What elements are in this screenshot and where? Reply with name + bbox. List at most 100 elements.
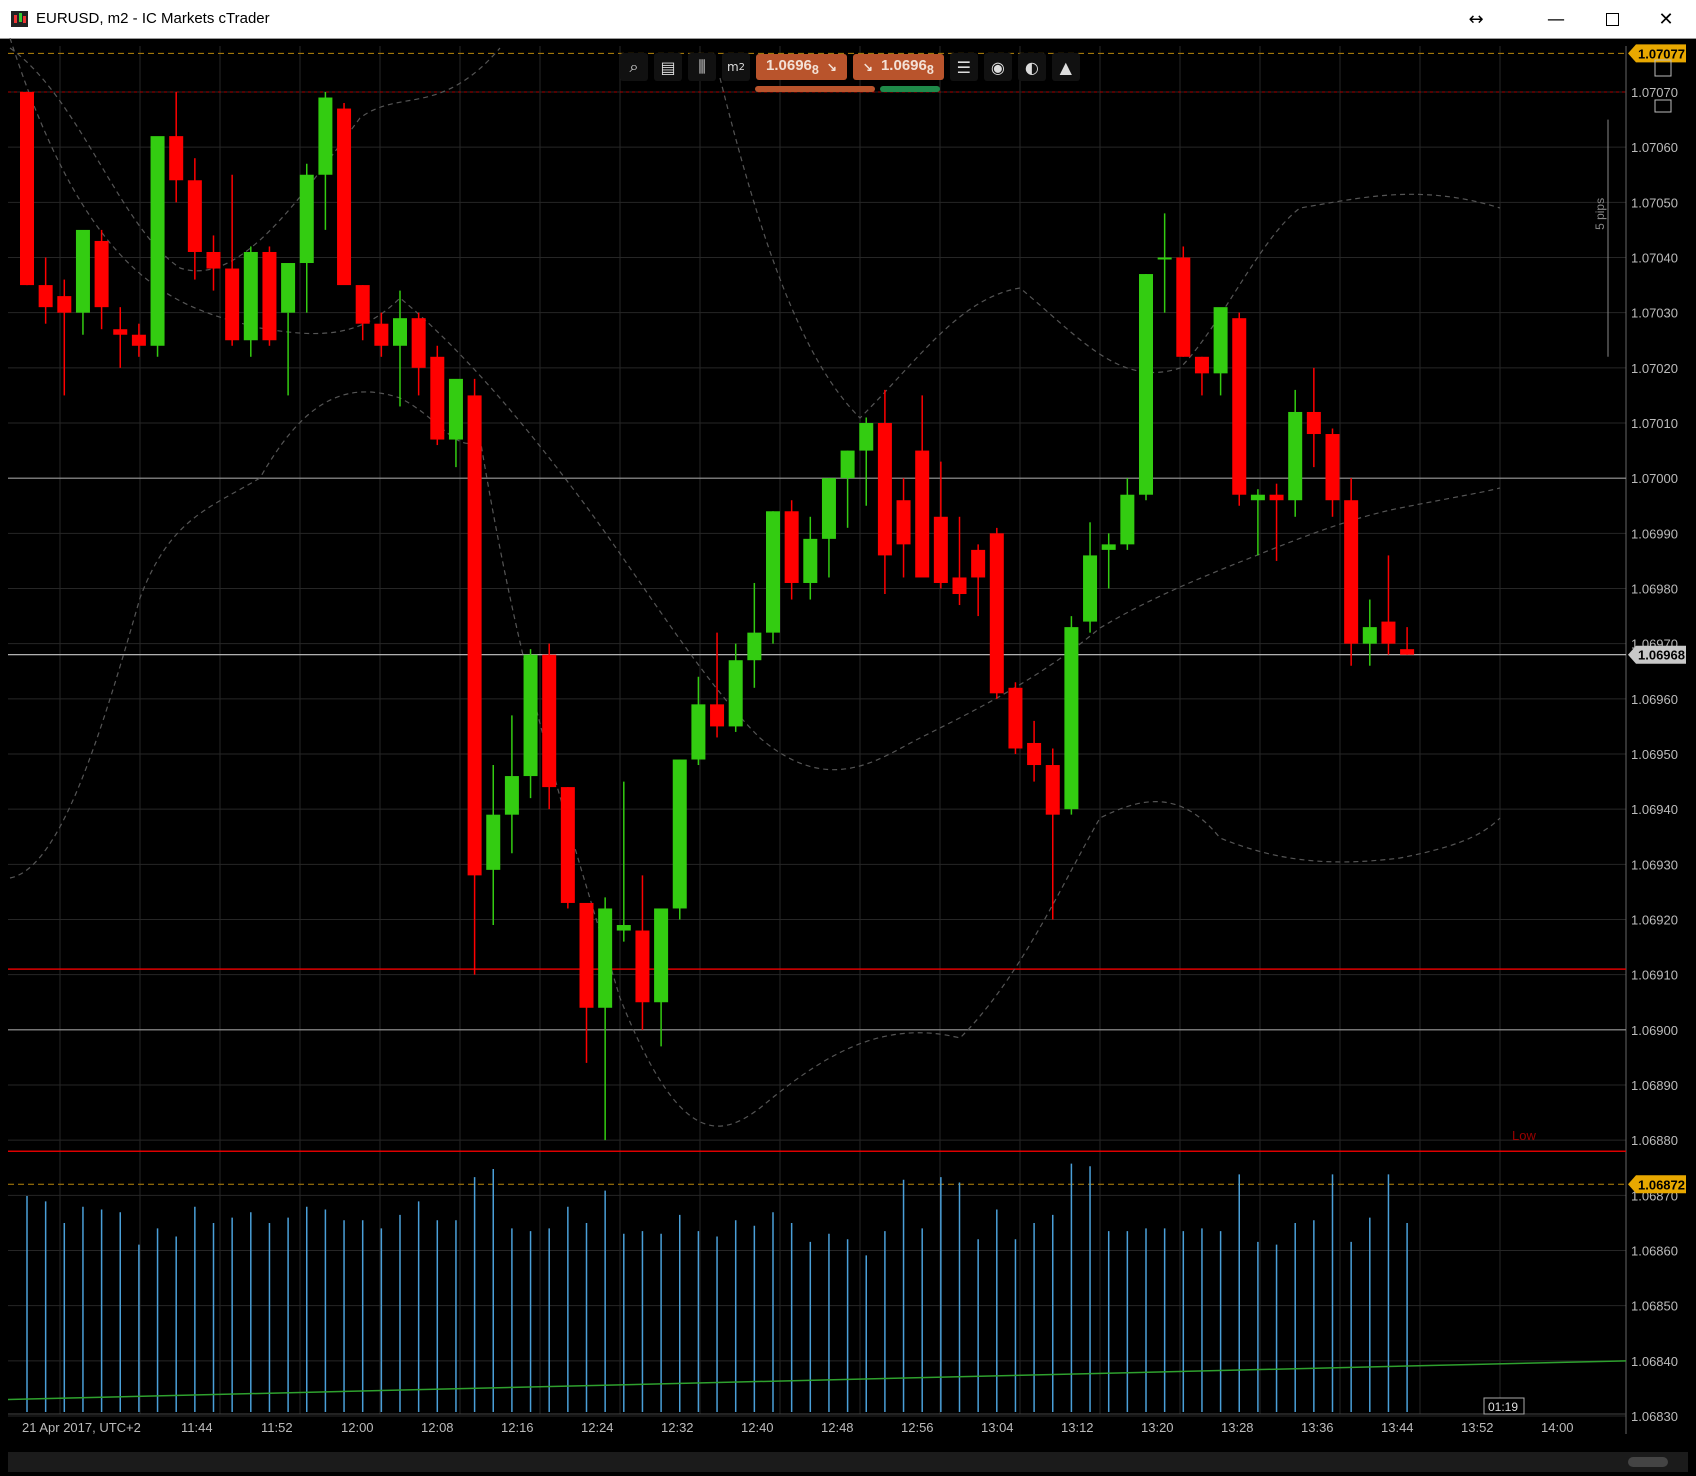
candle-bear xyxy=(337,108,352,286)
candle-bull xyxy=(75,229,90,313)
buy-button[interactable]: ↘ 1.06968 xyxy=(852,54,944,80)
candle-bear xyxy=(710,704,725,727)
chart-type-icon[interactable]: ⫼ xyxy=(688,53,716,81)
candle-bull xyxy=(281,263,296,313)
x-tick-label: 13:44 xyxy=(1381,1420,1414,1435)
candle-bear xyxy=(1027,742,1042,766)
y-tick-label: 1.06940 xyxy=(1631,802,1678,817)
x-tick-label: 13:36 xyxy=(1301,1420,1334,1435)
candle-bull xyxy=(747,632,762,661)
y-tick-label: 1.06980 xyxy=(1631,582,1678,597)
candle-bull xyxy=(1362,627,1377,644)
candle-bull xyxy=(1101,544,1116,550)
ctrader-app-icon xyxy=(11,11,28,27)
candle-bear xyxy=(971,549,986,578)
candle-bear xyxy=(206,251,221,269)
objects-icon[interactable]: ◐ xyxy=(1017,53,1046,81)
candle-bull xyxy=(766,511,780,633)
timeframe-button[interactable]: m2 xyxy=(722,53,750,81)
resize-horizontal-icon[interactable]: ↔ xyxy=(1448,0,1504,38)
candle-bear xyxy=(915,450,930,578)
candle-bull xyxy=(598,908,613,1008)
x-tick-label: 13:28 xyxy=(1221,1420,1254,1435)
candle-bull xyxy=(504,776,519,815)
candle-bear xyxy=(579,902,594,1008)
candle-bull xyxy=(150,136,165,346)
x-tick-label: 12:48 xyxy=(821,1420,854,1435)
candle-bull xyxy=(299,174,314,264)
close-button[interactable]: ✕ xyxy=(1638,0,1694,38)
candle-bull xyxy=(1213,307,1228,374)
x-tick-label: 21 Apr 2017, UTC+2 xyxy=(22,1420,141,1435)
x-tick-label: 13:04 xyxy=(981,1420,1014,1435)
candle-bull xyxy=(1064,627,1079,810)
x-tick-label: 11:44 xyxy=(181,1420,213,1435)
minimize-button[interactable]: — xyxy=(1528,0,1584,38)
app-window: EURUSD, m2 - IC Markets cTrader ↔ — ✕ 1.… xyxy=(0,0,1696,1476)
pip-scale-label: 5 pips xyxy=(1593,198,1607,230)
candle-bear xyxy=(374,323,389,346)
candle-bear xyxy=(1269,494,1284,501)
y-tick-label: 1.07050 xyxy=(1631,195,1678,210)
x-tick-label: 12:24 xyxy=(581,1420,614,1435)
trade-icon[interactable]: ▲ xyxy=(1051,53,1080,81)
close-icon: ✕ xyxy=(1658,8,1674,30)
camera-icon xyxy=(1654,99,1672,113)
x-tick-label: 12:08 xyxy=(421,1420,454,1435)
price-chart[interactable]: 1.07070 1.07060 1.07050 1.07040 1.07030 1.070… xyxy=(0,38,1696,1452)
low-level-label: Low xyxy=(1512,1128,1536,1143)
candle-bear xyxy=(225,268,240,341)
x-tick-label: 12:16 xyxy=(501,1420,534,1435)
candle-bull xyxy=(1120,494,1135,545)
candle-bear xyxy=(1325,434,1340,501)
candle-bear xyxy=(933,516,948,583)
candle-bull xyxy=(318,97,333,175)
zoom-icon[interactable]: ⌕ xyxy=(620,53,648,81)
candle-bull xyxy=(1083,555,1098,622)
settings-icon[interactable]: ◉ xyxy=(983,53,1012,81)
candle-bull xyxy=(821,478,836,539)
x-tick-label: 13:52 xyxy=(1461,1420,1494,1435)
maximize-button[interactable] xyxy=(1584,0,1640,38)
candle-bear xyxy=(784,511,799,583)
buy-volume-bar xyxy=(880,86,940,92)
candle-bull xyxy=(672,759,687,909)
horizontal-scrollbar[interactable] xyxy=(8,1452,1688,1472)
sell-button[interactable]: 1.06968 ↘ xyxy=(756,54,847,80)
x-tick-label: 12:40 xyxy=(741,1420,774,1435)
sell-price-sub: 8 xyxy=(811,63,819,77)
y-tick-label: 1.07000 xyxy=(1631,471,1678,486)
y-tick-label: 1.06890 xyxy=(1631,1078,1678,1093)
candle-bear xyxy=(355,285,370,324)
x-tick-label: 14:00 xyxy=(1541,1420,1574,1435)
candle-bear xyxy=(430,356,445,440)
candle-bear xyxy=(131,334,146,346)
y-tick-label: 1.06880 xyxy=(1631,1133,1678,1148)
candle-bear xyxy=(1306,411,1321,435)
buy-arrow-icon: ↘ xyxy=(862,60,873,74)
window-title: EURUSD, m2 - IC Markets cTrader xyxy=(36,10,270,27)
candle-bull xyxy=(1250,494,1265,501)
candle-bull xyxy=(616,925,631,931)
candle-bear xyxy=(411,318,426,368)
y-tick-label: 1.07060 xyxy=(1631,140,1678,155)
y-tick-label: 1.06920 xyxy=(1631,913,1678,928)
candle-bear xyxy=(1045,765,1060,815)
y-tick-label: 1.07030 xyxy=(1631,306,1678,321)
edit-icon xyxy=(1654,59,1672,77)
y-tick-label: 1.07010 xyxy=(1631,416,1678,431)
candle-bull xyxy=(393,318,407,346)
candle-bear xyxy=(187,180,202,252)
candle-bull xyxy=(523,654,538,777)
candle-bear xyxy=(169,136,184,181)
y-tick-label: 1.06850 xyxy=(1631,1299,1678,1314)
chart-settings-icon[interactable]: ▤ xyxy=(654,53,682,81)
buy-price: 1.0696 xyxy=(880,57,927,74)
candle-bull xyxy=(840,450,855,479)
scrollbar-thumb[interactable] xyxy=(1628,1457,1668,1467)
candle-bull xyxy=(691,704,706,760)
candle-bull xyxy=(1288,411,1303,501)
candle-bear xyxy=(989,533,1004,694)
chart-toolbar: ⌕ ▤ ⫼ m2 1.06968 ↘ ↘ 1.06968 ☰ ◉ ◐ ▲ xyxy=(620,52,1080,82)
list-icon[interactable]: ☰ xyxy=(949,53,978,81)
